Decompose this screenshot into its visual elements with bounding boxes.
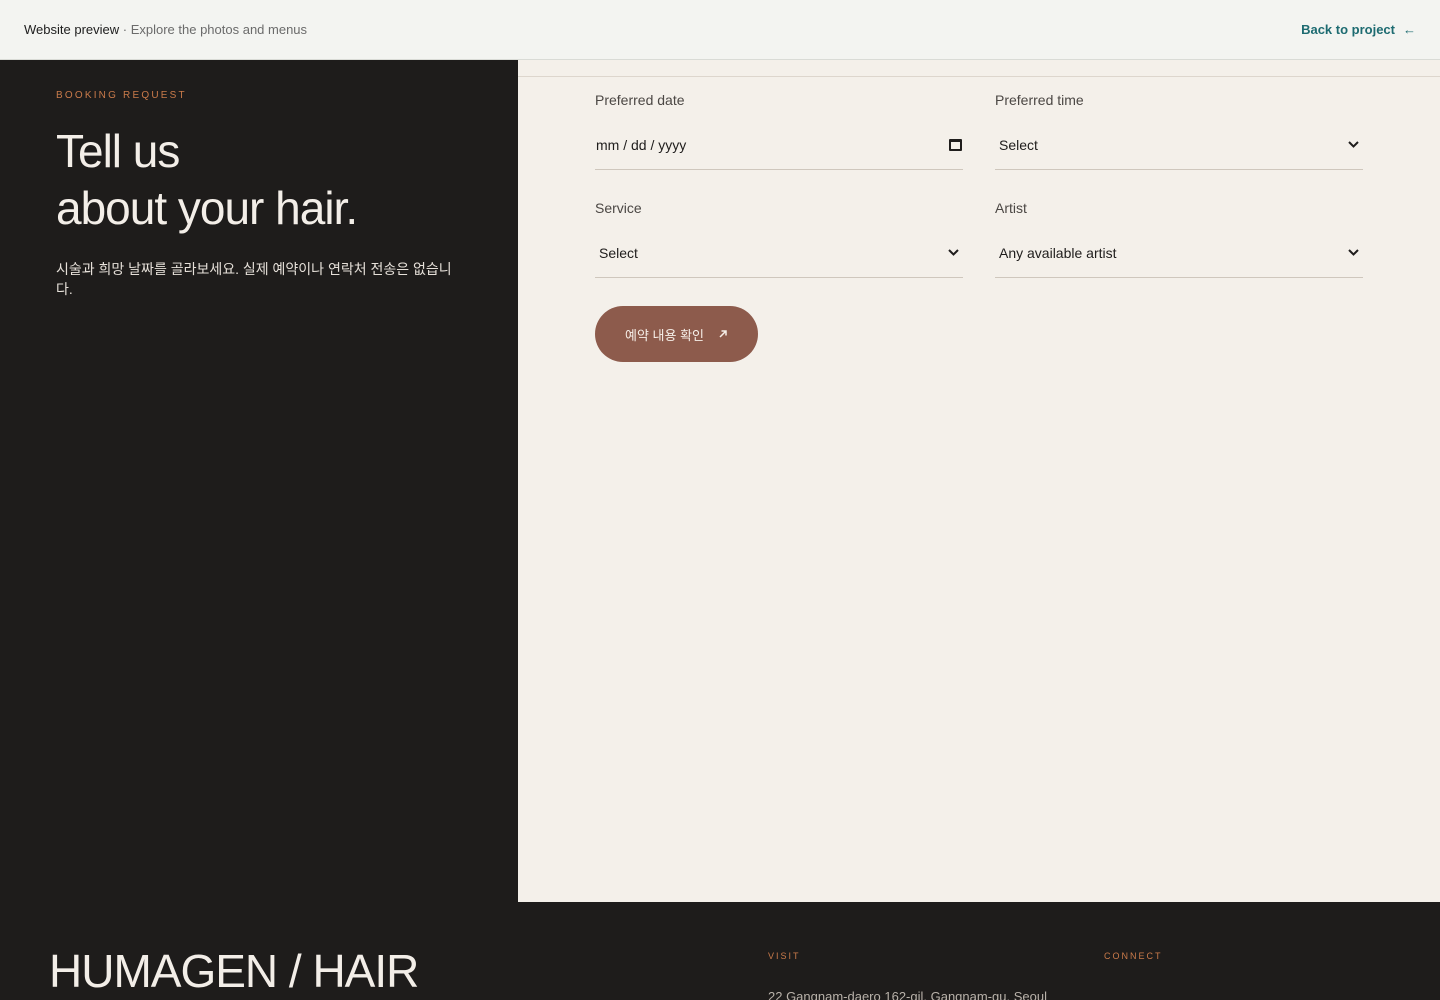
preferred-date-label: Preferred date xyxy=(595,92,685,108)
preview-subtitle: · Explore the photos and menus xyxy=(119,22,308,37)
preferred-time-field: Preferred time Select xyxy=(995,92,1363,170)
booking-eyebrow: BOOKING REQUEST xyxy=(56,90,187,101)
headline-line-2: about your hair. xyxy=(56,182,358,234)
booking-intro-text: 시술과 희망 날짜를 골라보세요. 실제 예약이나 연락처 전송은 없습니다. xyxy=(56,261,452,297)
footer-visit: VISIT 22 Gangnam-daero 162-gil, Gangnam-… xyxy=(768,951,1047,1000)
headline-line-1: Tell us xyxy=(56,125,180,177)
calendar-icon[interactable] xyxy=(949,138,962,151)
preferred-time-select[interactable]: Select xyxy=(995,120,1363,170)
artist-value: Any available artist xyxy=(999,244,1117,261)
form-top-divider xyxy=(518,76,1440,77)
chevron-down-icon xyxy=(1347,247,1359,259)
chevron-down-icon xyxy=(947,247,959,259)
preview-info: Website preview · Explore the photos and… xyxy=(24,22,307,37)
visit-label: VISIT xyxy=(768,951,801,961)
preview-bar: Website preview · Explore the photos and… xyxy=(0,0,1440,60)
preferred-date-field: Preferred date mm / dd / yyyy xyxy=(595,92,963,170)
arrow-left-icon: ← xyxy=(1403,22,1416,37)
service-value: Select xyxy=(599,244,638,261)
back-to-project-link[interactable]: Back to project ← xyxy=(1301,22,1416,37)
preferred-time-value: Select xyxy=(999,136,1038,153)
preferred-date-value: mm / dd / yyyy xyxy=(596,136,687,153)
confirm-booking-label: 예약 내용 확인 xyxy=(625,327,704,343)
booking-form-panel: Preferred date mm / dd / yyyy Preferred … xyxy=(518,60,1440,902)
service-field: Service Select xyxy=(595,200,963,278)
chevron-down-icon xyxy=(1347,139,1359,151)
artist-field: Artist Any available artist xyxy=(995,200,1363,278)
preferred-date-input[interactable]: mm / dd / yyyy xyxy=(595,120,963,170)
back-to-project-label: Back to project xyxy=(1301,22,1395,37)
service-select[interactable]: Select xyxy=(595,228,963,278)
artist-select[interactable]: Any available artist xyxy=(995,228,1363,278)
footer-brand: HUMAGEN / HAIR xyxy=(49,945,419,997)
footer-connect: CONNECT xyxy=(1104,951,1163,961)
booking-intro-panel: BOOKING REQUEST Tell us about your hair.… xyxy=(0,60,518,902)
preview-title: Website preview xyxy=(24,22,120,37)
confirm-booking-button[interactable]: 예약 내용 확인 xyxy=(595,306,758,362)
visit-address: 22 Gangnam-daero 162-gil, Gangnam-gu, Se… xyxy=(768,989,1047,1000)
site-footer: HUMAGEN / HAIR VISIT 22 Gangnam-daero 16… xyxy=(0,902,1440,1000)
service-label: Service xyxy=(595,200,642,216)
arrow-up-right-icon xyxy=(718,327,728,342)
artist-label: Artist xyxy=(995,200,1027,216)
preferred-time-label: Preferred time xyxy=(995,92,1084,108)
connect-label: CONNECT xyxy=(1104,951,1163,961)
booking-headline: Tell us about your hair. xyxy=(56,123,462,237)
